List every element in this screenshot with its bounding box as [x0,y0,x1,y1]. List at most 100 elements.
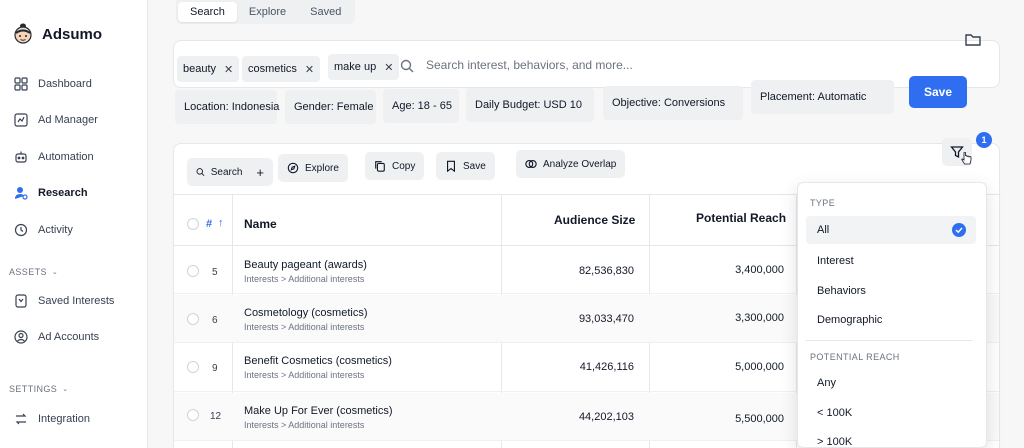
sidebar-item-label: Automation [38,151,94,163]
type-option-all[interactable]: All [806,216,976,244]
row-number: 12 [210,411,222,422]
chip-cosmetics: cosmetics ✕ [242,56,321,82]
filter-location[interactable]: Location: Indonesia [175,90,279,124]
copy-icon [375,161,385,172]
row-name: Benefit Cosmetics (cosmetics) [244,355,392,367]
check-circle-icon [952,223,966,237]
section-label-settings[interactable]: SETTINGS ⌄ [9,384,68,394]
plus-icon[interactable]: + [256,165,264,180]
history-icon [14,223,28,237]
filter-objective[interactable]: Objective: Conversions [603,86,743,120]
sidebar: Adsumo Dashboard Ad Manager Automation R… [0,0,148,448]
option-label: All [817,224,830,236]
sidebar-item-label: Ad Manager [38,114,98,126]
explore-button[interactable]: Explore [278,154,348,182]
row-audience-size: 44,202,103 [578,411,634,423]
potential-reach-section-label: POTENTIAL REACH [810,352,900,362]
sidebar-item-dashboard[interactable]: Dashboard [14,77,92,91]
search-button[interactable]: Search + [187,158,273,186]
close-icon[interactable]: ✕ [305,63,314,76]
row-checkbox[interactable] [187,313,199,325]
column-header-name[interactable]: Name [244,217,277,231]
save-button[interactable]: Save [909,76,967,108]
type-option-demographic[interactable]: Demographic [806,306,976,334]
tab-bar: Search Explore Saved [176,0,356,24]
sidebar-item-research[interactable]: Research [14,186,88,200]
filter-daily-budget[interactable]: Daily Budget: USD 10 [466,88,594,122]
close-icon[interactable]: ✕ [384,61,393,74]
row-audience-size: 93,033,470 [578,313,634,325]
app-name: Adsumo [42,25,102,43]
reach-option-over-100k[interactable]: > 100K [806,428,976,448]
sidebar-item-integration[interactable]: Integration [14,412,90,426]
chevron-down-icon: ⌄ [62,386,69,393]
sidebar-item-label: Dashboard [38,78,92,90]
filter-dropdown: TYPE All Interest Behaviors Demographic … [797,182,987,448]
bookmark-icon [447,160,455,172]
save-selection-button[interactable]: Save [436,152,495,180]
row-path: Interests > Additional interests [244,420,365,430]
tab-saved[interactable]: Saved [298,0,353,22]
row-checkbox[interactable] [187,409,199,421]
ad-manager-icon [14,113,28,127]
row-number: 9 [212,363,218,374]
column-header-audience-size[interactable]: Audience Size [554,213,635,227]
row-path: Interests > Additional interests [244,370,365,380]
research-icon [15,187,28,200]
sidebar-item-activity[interactable]: Activity [14,223,73,237]
column-header-potential-reach[interactable]: Potential Reach [696,211,786,225]
column-header-number[interactable]: # [206,218,212,230]
type-option-behaviors[interactable]: Behaviors [806,277,976,305]
filter-age[interactable]: Age: 18 - 65 [383,89,459,123]
row-path: Interests > Additional interests [244,322,365,332]
filter-gender[interactable]: Gender: Female [285,90,376,124]
row-potential-reach: 3,300,000 [735,312,784,324]
chip-beauty: beauty ✕ [177,56,240,82]
section-label-assets[interactable]: ASSETS ⌄ [9,267,58,277]
row-audience-size: 41,426,116 [579,361,634,373]
sidebar-item-ad-accounts[interactable]: Ad Accounts [14,330,99,344]
pointer-cursor-icon [961,152,972,165]
tab-search[interactable]: Search [178,2,237,22]
divider [806,340,972,341]
overlap-icon [525,160,537,168]
sidebar-item-saved-interests[interactable]: Saved Interests [14,294,114,308]
chip-label: cosmetics [248,63,297,75]
option-label: Demographic [817,314,883,326]
row-checkbox[interactable] [187,265,199,277]
chip-label: beauty [183,63,217,75]
option-label: Behaviors [817,285,866,297]
sidebar-item-ad-manager[interactable]: Ad Manager [14,113,98,127]
copy-button-label: Copy [392,160,416,172]
saved-icon [15,294,27,308]
search-input[interactable]: Search interest, behaviors, and more... [426,58,633,72]
sort-arrow-icon[interactable]: ↑ [218,217,224,229]
folder-icon[interactable] [965,33,981,47]
search-button-label: Search [210,166,243,178]
sidebar-item-label: Research [38,187,88,199]
analyze-overlap-button[interactable]: Analyze Overlap [516,150,626,178]
chevron-down-icon: ⌄ [51,269,59,276]
select-all-checkbox[interactable] [187,218,199,230]
type-option-interest[interactable]: Interest [806,247,976,275]
row-checkbox[interactable] [187,361,199,373]
compass-icon [287,162,299,174]
reach-option-under-100k[interactable]: < 100K [806,399,976,427]
option-label: Interest [817,255,854,267]
sidebar-item-automation[interactable]: Automation [14,150,94,164]
row-number: 6 [212,315,218,326]
close-icon[interactable]: ✕ [224,63,233,76]
filter-button[interactable] [942,138,972,166]
filter-placement[interactable]: Placement: Automatic [751,80,894,114]
reach-option-any[interactable]: Any [806,369,976,397]
chip-make-up: make up ✕ [328,54,400,80]
tab-explore[interactable]: Explore [237,0,298,22]
explore-button-label: Explore [305,162,339,174]
section-label-text: SETTINGS [9,384,58,394]
sidebar-item-label: Activity [38,224,73,236]
chip-label: make up [334,61,377,73]
brand[interactable]: Adsumo [12,22,102,46]
robot-icon [15,151,27,163]
row-potential-reach: 3,400,000 [735,264,784,276]
copy-button[interactable]: Copy [365,152,425,180]
